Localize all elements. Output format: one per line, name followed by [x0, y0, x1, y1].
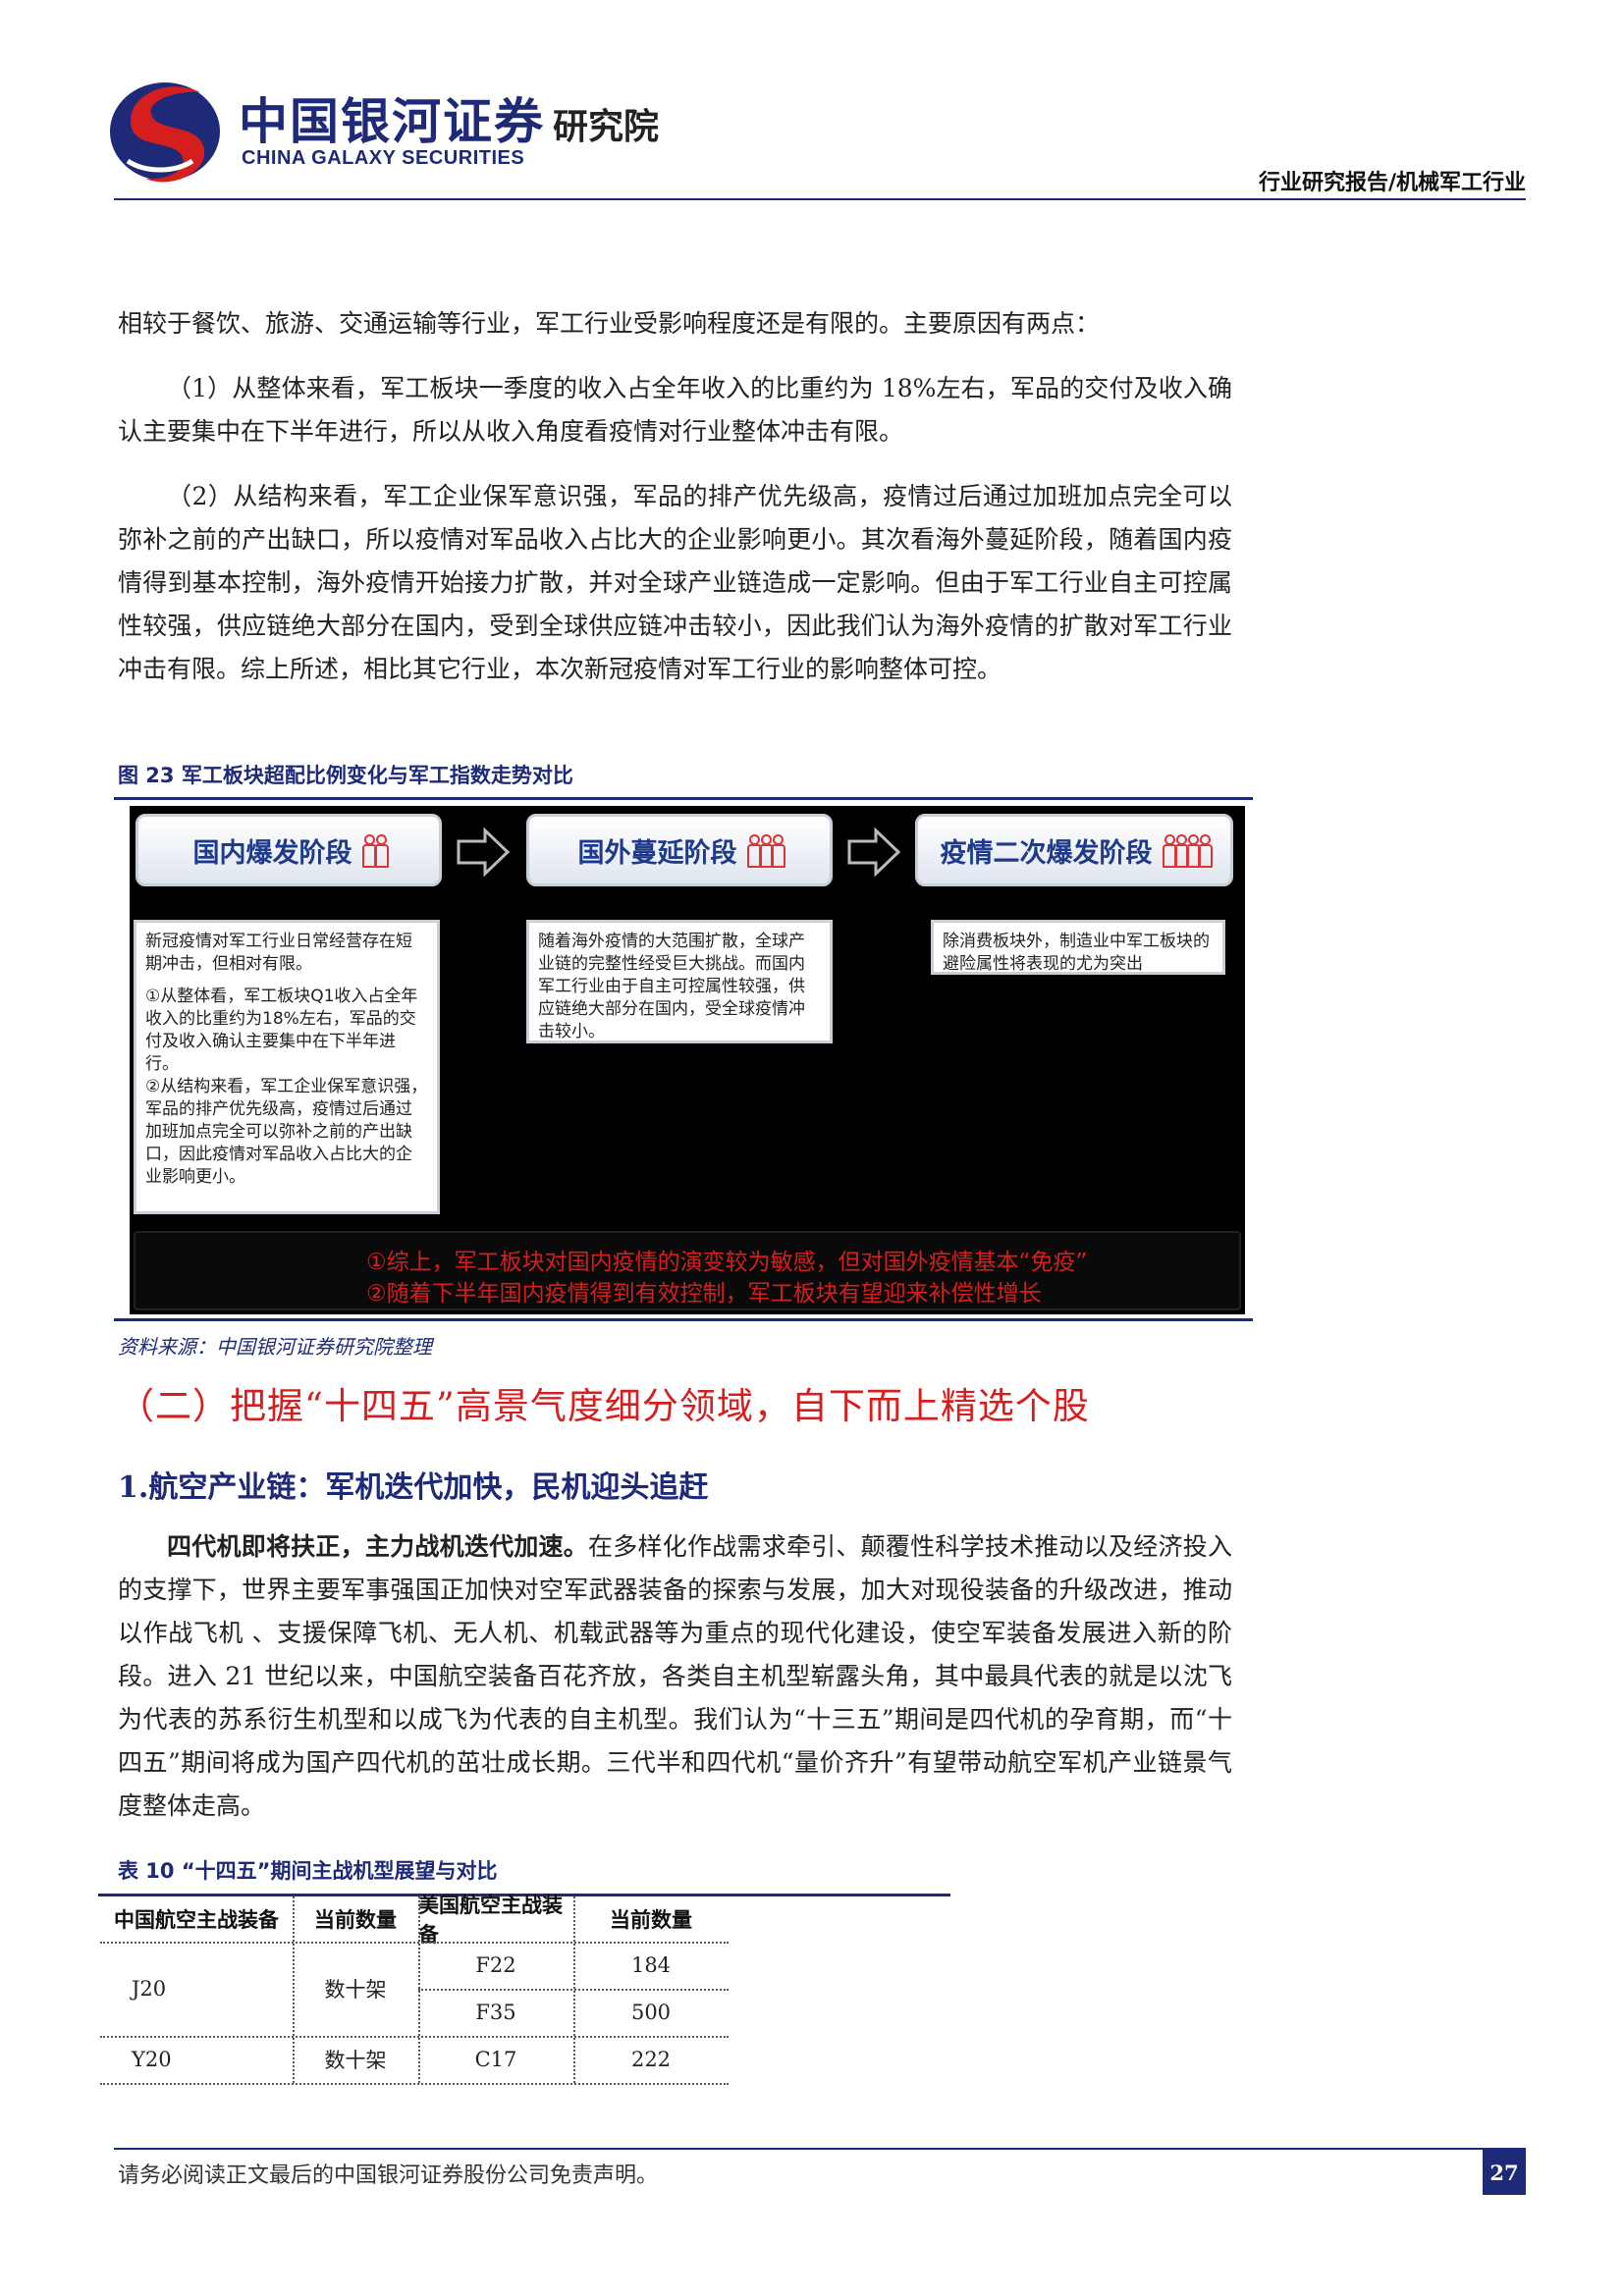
table-cell-f22-count: 184 — [630, 1953, 672, 1977]
table-header-us-count: 当前数量 — [610, 1908, 692, 1932]
table-divider — [100, 2036, 729, 2038]
info-card-overseas: 随着海外疫情的大范围扩散，全球产业链的完整性经受巨大挑战。而国内军工行业由于自主… — [526, 920, 833, 1043]
summary-box: ①综上，军工板块对国内疫情的演变较为敏感，但对国外疫情基本“免疫” ②随着下半年… — [134, 1231, 1241, 1310]
table-caption: 表 10 “十四五”期间主战机型展望与对比 — [118, 1859, 498, 1883]
arrow-right-icon — [457, 828, 511, 877]
phase-label-second-wave: 疫情二次爆发阶段 — [940, 837, 1153, 869]
table-divider — [293, 1896, 295, 2083]
figure-top-rule — [114, 797, 1253, 800]
logo-english-name: CHINA GALAXY SECURITIES — [242, 147, 525, 169]
report-type: 行业研究报告/机械军工行业 — [1258, 171, 1526, 195]
paragraph-point-2: （2）从结构来看，军工企业保军意识强，军品的排产优先级高，疫情过后通过加班加点完… — [118, 482, 1232, 683]
table-cell-c17-count: 222 — [630, 2048, 672, 2071]
summary-line-1: ①综上，军工板块对国内疫情的演变较为敏感，但对国外疫情基本“免疫” — [366, 1250, 1088, 1275]
section-title: （二）把握“十四五”高景气度细分领域，自下而上精选个股 — [118, 1385, 1090, 1427]
header-divider — [114, 198, 1526, 200]
paragraph-point-1: （1）从整体来看，军工板块一季度的收入占全年收入的比重约为 18%左右，军品的交… — [118, 374, 1232, 446]
figure-caption: 图 23 军工板块超配比例变化与军工指数走势对比 — [118, 764, 573, 787]
subsection-title: 1.航空产业链：军机迭代加快，民机迎头追赶 — [118, 1470, 709, 1505]
table-divider — [100, 2083, 729, 2085]
phase-label-overseas: 国外蔓延阶段 — [577, 837, 737, 869]
crowd-icon — [1162, 834, 1213, 868]
crowd-icon — [746, 834, 785, 868]
table-header-cn-count: 当前数量 — [314, 1908, 397, 1932]
info-card-second-wave: 除消费板块外，制造业中军工板块的避险属性将表现的尤为突出 — [931, 920, 1225, 975]
phase-box-overseas: 国外蔓延阶段 — [526, 814, 833, 886]
table-cell-f35: F35 — [475, 2001, 516, 2024]
page-number: 27 — [1483, 2150, 1526, 2195]
card-domestic-text-2: ①从整体看，军工板块Q1收入占全年收入的比重约为18%左右，军品的交付及收入确认… — [145, 987, 418, 1074]
card-overseas-text: 随着海外疫情的大范围扩散，全球产业链的完整性经受巨大挑战。而国内军工行业由于自主… — [538, 932, 805, 1041]
summary-line-2: ②随着下半年国内疫情得到有效控制，军工板块有望迎来补偿性增长 — [366, 1281, 1042, 1307]
paragraph-aviation: 四代机即将扶正，主力战机迭代加速。在多样化作战需求牵引、颠覆性科学技术推动以及经… — [118, 1525, 1232, 1828]
table-cell-y20: Y20 — [132, 2048, 172, 2071]
table-cell-f22: F22 — [475, 1953, 516, 1977]
card-domestic-text-3: ②从结构来看，军工企业保军意识强，军品的排产优先级高，疫情过后通过加班加点完全可… — [145, 1077, 428, 1187]
galaxy-logo-icon — [110, 82, 220, 183]
logo-institute: 研究院 — [553, 107, 660, 147]
phase-label-domestic: 国内爆发阶段 — [192, 837, 352, 869]
table-header-us-equipment: 美国航空主战装备 — [418, 1894, 563, 1947]
paragraph-lead: 四代机即将扶正，主力战机迭代加速。 — [167, 1532, 589, 1561]
footer-disclaimer: 请务必阅读正文最后的中国银河证券股份公司免责声明。 — [118, 2163, 659, 2188]
phase-box-second-wave: 疫情二次爆发阶段 — [915, 814, 1233, 886]
table-cell-j20: J20 — [132, 1977, 167, 2001]
table-cell-j20-count: 数十架 — [324, 1978, 387, 2002]
card-domestic-text-1: 新冠疫情对军工行业日常经营存在短期冲击，但相对有限。 — [145, 932, 412, 974]
figure-source: 资料来源：中国银河证券研究院整理 — [118, 1335, 432, 1359]
paragraph-intro: 相较于餐饮、旅游、交通运输等行业，军工行业受影响程度还是有限的。主要原因有两点： — [118, 309, 1101, 338]
table-divider — [418, 1989, 729, 1991]
figure-diagram: 国内爆发阶段 国外蔓延阶段 疫情二次爆发阶段 新冠疫情对军工行业日常经营存在短期… — [130, 806, 1245, 1314]
arrow-right-icon — [847, 828, 901, 877]
table-cell-y20-count: 数十架 — [324, 2049, 387, 2072]
table-header-cn-equipment: 中国航空主战装备 — [114, 1908, 279, 1932]
people-icon — [361, 834, 389, 868]
logo-chinese-name: 中国银河证券 — [239, 93, 545, 150]
table-divider — [100, 1942, 729, 1944]
info-card-domestic: 新冠疫情对军工行业日常经营存在短期冲击，但相对有限。 ①从整体看，军工板块Q1收… — [134, 920, 440, 1214]
table-cell-f35-count: 500 — [630, 2001, 672, 2024]
card-second-wave-text: 除消费板块外，制造业中军工板块的避险属性将表现的尤为突出 — [943, 932, 1210, 974]
company-logo: 中国银河证券 CHINA GALAXY SECURITIES 研究院 — [77, 61, 725, 188]
phase-box-domestic: 国内爆发阶段 — [135, 814, 442, 886]
figure-bottom-rule — [114, 1318, 1253, 1321]
paragraph-body: 在多样化作战需求牵引、颠覆性科学技术推动以及经济投入的支撑下，世界主要军事强国正… — [118, 1532, 1232, 1820]
table-cell-c17: C17 — [474, 2048, 517, 2071]
footer-divider — [114, 2148, 1526, 2150]
